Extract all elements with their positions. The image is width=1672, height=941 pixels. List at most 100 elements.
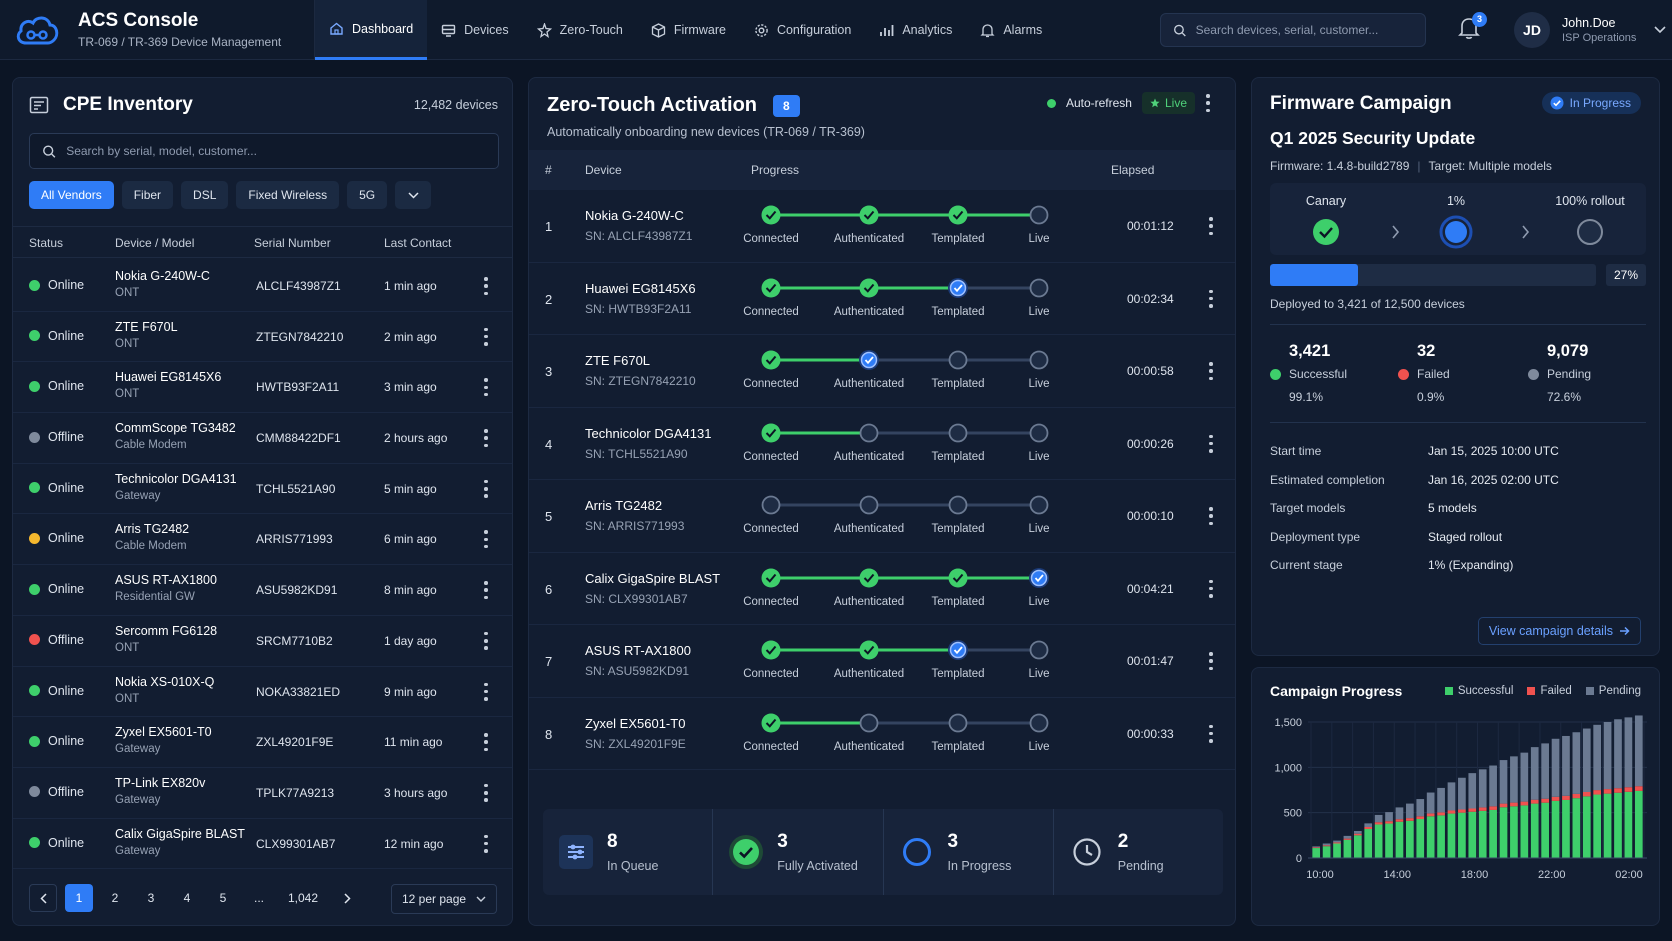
row-more-button[interactable]: [1208, 507, 1214, 525]
table-row[interactable]: Online Nokia XS-010X-Q ONT NOKA33821ED 9 min…: [13, 667, 512, 718]
table-row[interactable]: 2 Huawei EG8145X6 SN: HWTB93F2A11 Connected…: [529, 263, 1235, 335]
row-more-button[interactable]: [1208, 217, 1214, 235]
row-more-button[interactable]: [1208, 434, 1214, 453]
table-row[interactable]: Online ZTE F670L ONT ZTEGN7842210 2 min ago: [13, 312, 512, 363]
filter-dsl[interactable]: DSL: [181, 181, 229, 209]
filter-fixed-wireless[interactable]: Fixed Wireless: [236, 181, 340, 209]
device-name[interactable]: ASUS RT-AX1800: [585, 643, 691, 658]
filter-all-vendors[interactable]: All Vendors: [29, 181, 114, 209]
summary-in-queue[interactable]: 8 In Queue: [543, 809, 714, 895]
global-search-input[interactable]: [1195, 23, 1413, 37]
zero-touch-more-button[interactable]: [1205, 94, 1211, 112]
table-row[interactable]: 8 Zyxel EX5601-T0 SN: ZXL49201F9E Connected…: [529, 698, 1235, 770]
nav-configuration[interactable]: Configuration: [740, 0, 865, 60]
device-name[interactable]: Calix GigaSpire BLAST: [585, 571, 720, 586]
device-name[interactable]: Huawei EG8145X6: [115, 370, 221, 384]
summary-fully-activated[interactable]: 3 Fully Activated: [713, 809, 884, 895]
nav-devices[interactable]: Devices: [427, 0, 522, 60]
row-more-button[interactable]: [483, 834, 489, 853]
device-name[interactable]: Arris TG2482: [585, 498, 684, 513]
row-more-button[interactable]: [483, 530, 489, 549]
device-name[interactable]: ASUS RT-AX1800: [115, 573, 217, 587]
table-row[interactable]: Online Calix GigaSpire BLAST Gateway CLX993…: [13, 819, 512, 870]
notifications-button[interactable]: 3: [1458, 12, 1487, 42]
global-search[interactable]: [1160, 13, 1426, 47]
next-page-button[interactable]: [333, 884, 361, 912]
row-more-button[interactable]: [483, 277, 489, 295]
row-more-button[interactable]: [1208, 362, 1214, 380]
table-row[interactable]: 5 Arris TG2482 SN: ARRIS771993 Connected Aut…: [529, 480, 1235, 553]
row-more-button[interactable]: [1208, 579, 1214, 598]
device-name[interactable]: Arris TG2482: [115, 522, 189, 536]
auto-refresh-toggle[interactable]: Auto-refresh: [1066, 96, 1132, 110]
user-menu[interactable]: JD John.Doe ISP Operations: [1514, 12, 1666, 48]
filter-fiber[interactable]: Fiber: [121, 181, 174, 209]
row-more-button[interactable]: [483, 682, 489, 701]
page-button[interactable]: 1: [65, 884, 93, 912]
nav-dashboard[interactable]: Dashboard: [315, 0, 428, 60]
prev-page-button[interactable]: [29, 884, 57, 912]
page-button[interactable]: 4: [173, 884, 201, 912]
device-name[interactable]: Nokia G-240W-C: [115, 269, 210, 283]
summary-pending[interactable]: 2 Pending: [1054, 809, 1223, 895]
table-row[interactable]: Online Arris TG2482 Cable Modem ARRIS771993…: [13, 514, 512, 566]
table-row[interactable]: 6 Calix GigaSpire BLAST SN: CLX99301AB7 Con…: [529, 553, 1235, 625]
col-device[interactable]: Device / Model: [115, 236, 194, 250]
filter-5g[interactable]: 5G: [347, 181, 388, 209]
device-name[interactable]: TP-Link EX820v: [115, 776, 205, 790]
device-name[interactable]: ZTE F670L: [585, 353, 696, 368]
brand[interactable]: ACS Console TR-069 / TR-369 Device Manag…: [14, 10, 281, 49]
row-more-button[interactable]: [483, 581, 489, 600]
page-button[interactable]: 5: [209, 884, 237, 912]
row-more-button[interactable]: [1208, 652, 1214, 670]
table-row[interactable]: 7 ASUS RT-AX1800 SN: ASU5982KD91 Connected A…: [529, 625, 1235, 698]
table-row[interactable]: Offline Sercomm FG6128 ONT SRCM7710B2 1 day …: [13, 616, 512, 667]
table-row[interactable]: Online Nokia G-240W-C ONT ALCLF43987Z1 1 min…: [13, 261, 512, 312]
nav-firmware[interactable]: Firmware: [637, 0, 740, 60]
row-more-button[interactable]: [483, 783, 489, 802]
table-row[interactable]: Offline TP-Link EX820v Gateway TPLK77A9213 3…: [13, 768, 512, 819]
device-name[interactable]: Zyxel EX5601-T0: [585, 716, 686, 731]
device-name[interactable]: ZTE F670L: [115, 320, 178, 334]
page-button[interactable]: 3: [137, 884, 165, 912]
nav-analytics[interactable]: Analytics: [865, 0, 966, 60]
table-row[interactable]: Offline CommScope TG3482 Cable Modem CMM884…: [13, 413, 512, 464]
row-more-button[interactable]: [483, 733, 489, 752]
device-name[interactable]: CommScope TG3482: [115, 421, 236, 435]
row-more-button[interactable]: [483, 327, 489, 346]
device-name[interactable]: Sercomm FG6128: [115, 624, 217, 638]
table-row[interactable]: 3 ZTE F670L SN: ZTEGN7842210 Connected Authe…: [529, 335, 1235, 408]
device-name[interactable]: Zyxel EX5601-T0: [115, 725, 212, 739]
device-name[interactable]: Technicolor DGA4131: [585, 426, 711, 441]
row-more-button[interactable]: [483, 378, 489, 397]
page-button[interactable]: 2: [101, 884, 129, 912]
nav-alarms[interactable]: Alarms: [966, 0, 1056, 60]
table-row[interactable]: 1 Nokia G-240W-C SN: ALCLF43987Z1 Connected…: [529, 190, 1235, 263]
row-more-button[interactable]: [483, 631, 489, 650]
device-name[interactable]: Nokia G-240W-C: [585, 208, 692, 223]
table-row[interactable]: Online Huawei EG8145X6 ONT HWTB93F2A11 3 min…: [13, 362, 512, 414]
device-name[interactable]: Huawei EG8145X6: [585, 281, 696, 296]
inventory-search[interactable]: [29, 133, 499, 169]
col-last-contact[interactable]: Last Contact: [384, 236, 451, 250]
inventory-search-input[interactable]: [66, 144, 486, 158]
nav-zero-touch[interactable]: Zero-Touch: [523, 0, 637, 60]
table-row[interactable]: Online Technicolor DGA4131 Gateway TCHL5521…: [13, 464, 512, 515]
row-more-button[interactable]: [483, 479, 489, 498]
device-name[interactable]: Calix GigaSpire BLAST: [115, 827, 245, 841]
summary-in-progress[interactable]: 3 In Progress: [884, 809, 1054, 895]
col-serial[interactable]: Serial Number: [254, 236, 331, 250]
view-campaign-details-link[interactable]: View campaign details: [1477, 617, 1641, 645]
per-page-select[interactable]: 12 per page: [391, 884, 497, 914]
more-filters-button[interactable]: [395, 181, 432, 209]
device-name[interactable]: Technicolor DGA4131: [115, 472, 237, 486]
row-more-button[interactable]: [1208, 289, 1214, 308]
col-status[interactable]: Status: [29, 236, 63, 250]
device-name[interactable]: Nokia XS-010X-Q: [115, 675, 214, 689]
table-row[interactable]: 4 Technicolor DGA4131 SN: TCHL5521A90 Conne…: [529, 408, 1235, 480]
page-button[interactable]: 1,042: [281, 884, 325, 912]
table-row[interactable]: Online ASUS RT-AX1800 Residential GW ASU598…: [13, 565, 512, 616]
row-more-button[interactable]: [483, 429, 489, 448]
row-more-button[interactable]: [1208, 724, 1214, 743]
table-row[interactable]: Online Zyxel EX5601-T0 Gateway ZXL49201F9E 1…: [13, 717, 512, 768]
